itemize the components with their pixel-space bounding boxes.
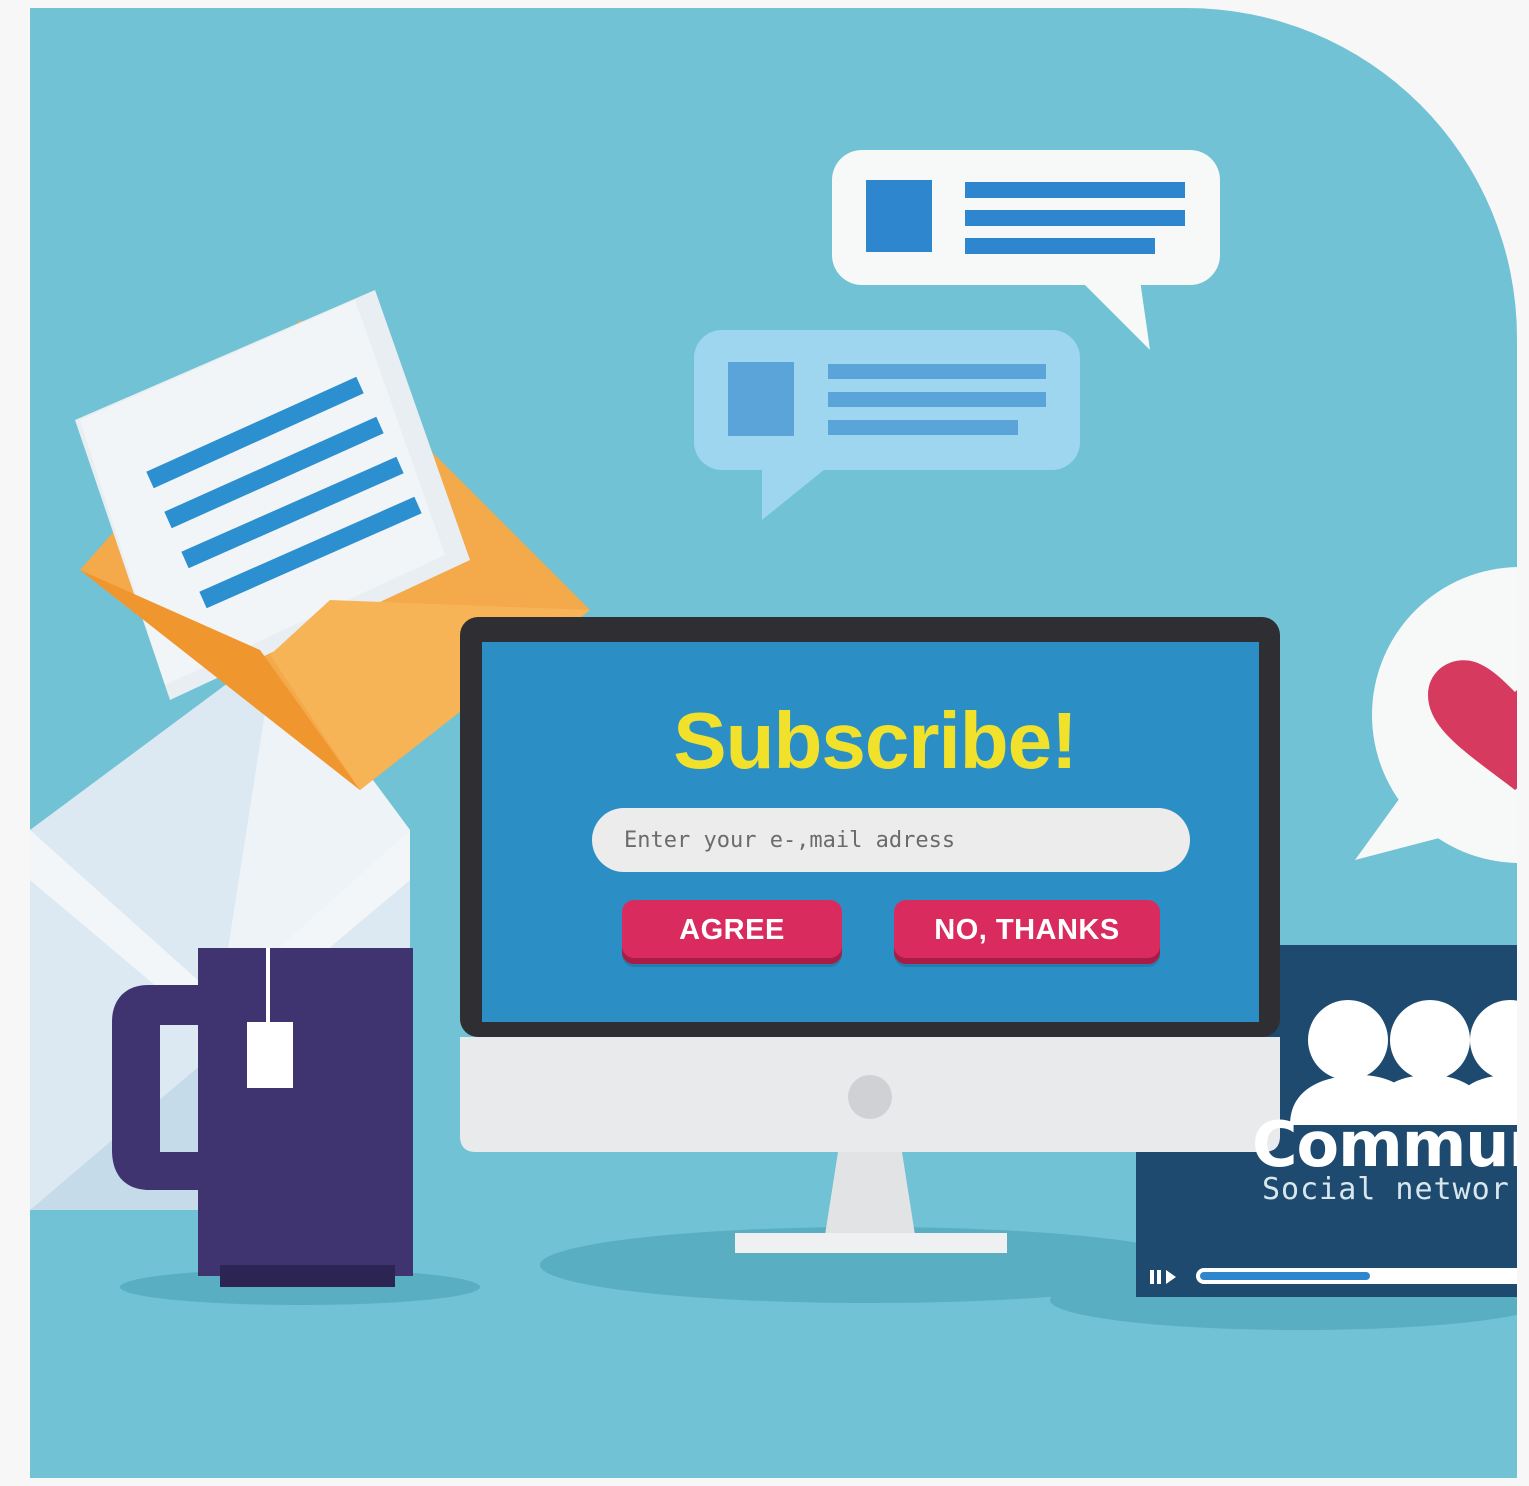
mug-icon (112, 948, 413, 1287)
chat-bubble-secondary-icon (694, 330, 1080, 520)
email-input[interactable] (592, 808, 1190, 872)
tea-bag-tag (247, 1022, 293, 1088)
page-margin-bottom (0, 1478, 1529, 1486)
video-progress-fill (1200, 1272, 1370, 1280)
agree-button[interactable]: AGREE (622, 900, 842, 964)
community-title: Communit (1252, 1108, 1517, 1181)
people-icon (1290, 1000, 1517, 1125)
page-margin-right (1517, 0, 1529, 1486)
community-subtitle: Social networ (1262, 1172, 1510, 1207)
subscribe-title: Subscribe! (673, 696, 1077, 785)
no-thanks-button[interactable]: NO, THANKS (894, 900, 1160, 964)
illustration-panel: Subscribe! AGREE NO, THANKS Communit Soc… (30, 8, 1517, 1478)
heart-bubble-icon (1355, 567, 1517, 863)
chat-bubble-icon (832, 150, 1220, 350)
monitor-power-icon (848, 1075, 892, 1119)
